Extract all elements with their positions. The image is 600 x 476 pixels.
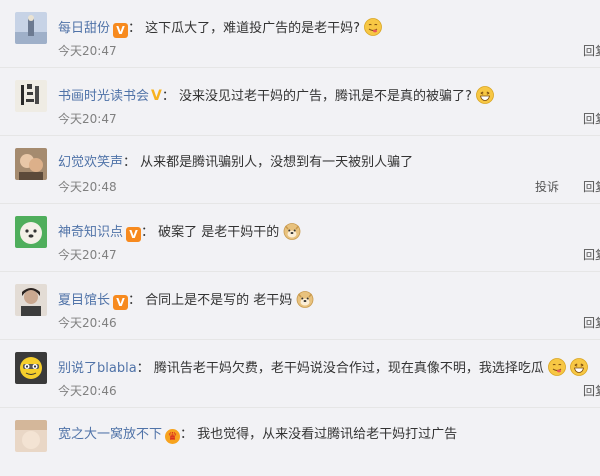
avatar[interactable]	[15, 80, 47, 112]
report-button[interactable]: 投诉	[535, 178, 559, 195]
comment-line: 宽之大一窝放不下 ♛： 我也觉得，从来没看过腾讯给老干妈打过广告	[58, 426, 457, 444]
avatar[interactable]	[15, 12, 47, 44]
name-separator: ：	[136, 361, 150, 376]
savor-emoji-icon	[364, 18, 382, 36]
doge-emoji-icon	[296, 290, 314, 308]
username[interactable]: 神奇知识点	[58, 225, 123, 240]
comment-item: 宽之大一窝放不下 ♛： 我也觉得，从来没看过腾讯给老干妈打过广告	[0, 408, 600, 476]
reply-button[interactable]: 回复	[583, 178, 600, 195]
name-separator: ：	[161, 89, 175, 104]
reply-button[interactable]: 回复	[583, 314, 600, 331]
name-separator: ：	[123, 155, 137, 170]
comment-line: 神奇知识点 V： 破案了 是老干妈干的	[58, 222, 301, 242]
comment-time: 今天20:47	[58, 112, 117, 126]
savor-emoji-icon	[547, 358, 566, 376]
name-separator: ：	[180, 427, 194, 442]
comment-time: 今天20:47	[58, 248, 117, 262]
comment-item: 书画时光读书会 V： 没来没见过老干妈的广告，腾讯是不是真的被骗了? 今天20:4…	[0, 68, 600, 136]
comment-text: 合同上是不是写的 老干妈	[145, 293, 293, 308]
name-separator: ：	[141, 225, 155, 240]
grin-emoji-icon	[569, 358, 588, 376]
vip-badge-icon: V	[113, 295, 129, 310]
comment-item: 神奇知识点V： 破案了 是老干妈干的 今天20:47 回复	[0, 204, 600, 272]
vip-badge-icon: V	[113, 23, 129, 38]
crown-badge-icon: ♛	[165, 429, 181, 444]
name-separator: ：	[128, 21, 142, 36]
comment-time: 今天20:46	[58, 384, 117, 398]
comment-text: 从来都是腾讯骗别人，没想到有一天被别人骗了	[140, 155, 414, 170]
comment-text: 我也觉得，从来没看过腾讯给老干妈打过广告	[197, 427, 458, 442]
comment-item: 每日甜份V： 这下瓜大了，难道投广告的是老干妈? 今天20:47 回复	[0, 0, 600, 68]
reply-button[interactable]: 回复	[583, 382, 600, 399]
comment-item: 别说了blabla： 腾讯告老干妈欠费，老干妈说没合作过，现在真像不明，我选择吃…	[0, 340, 600, 408]
avatar[interactable]	[15, 216, 47, 248]
username[interactable]: 别说了blabla	[58, 361, 137, 376]
avatar[interactable]	[15, 284, 47, 316]
comment-line: 书画时光读书会 V： 没来没见过老干妈的广告，腾讯是不是真的被骗了?	[58, 86, 494, 106]
reply-button[interactable]: 回复	[583, 246, 600, 263]
comment-list: 每日甜份V： 这下瓜大了，难道投广告的是老干妈? 今天20:47 回复 书画时光…	[0, 0, 600, 452]
avatar[interactable]	[15, 352, 47, 384]
username[interactable]: 每日甜份	[58, 21, 110, 36]
comment-item: 夏目馆长V： 合同上是不是写的 老干妈 今天20:46 回复	[0, 272, 600, 340]
vip-badge-icon: V	[126, 227, 142, 242]
vip-badge-icon: V	[151, 88, 162, 104]
comment-line: 夏目馆长 V： 合同上是不是写的 老干妈	[58, 290, 314, 310]
comment-text: 这下瓜大了，难道投广告的是老干妈?	[145, 21, 361, 36]
avatar[interactable]	[15, 420, 47, 452]
username[interactable]: 书画时光读书会	[58, 89, 149, 104]
username[interactable]: 宽之大一窝放不下	[58, 427, 162, 442]
comment-line: 幻觉欢笑声： 从来都是腾讯骗别人，没想到有一天被别人骗了	[58, 154, 413, 172]
grin-emoji-icon	[476, 86, 494, 104]
comment-time: 今天20:48	[58, 180, 117, 194]
comment-text: 腾讯告老干妈欠费，老干妈说没合作过，现在真像不明，我选择吃瓜	[153, 361, 544, 376]
comment-line: 别说了blabla： 腾讯告老干妈欠费，老干妈说没合作过，现在真像不明，我选择吃…	[58, 358, 588, 378]
avatar[interactable]	[15, 148, 47, 180]
comment-text: 没来没见过老干妈的广告，腾讯是不是真的被骗了?	[179, 89, 472, 104]
comment-item: 幻觉欢笑声： 从来都是腾讯骗别人，没想到有一天被别人骗了 今天20:48 投诉 …	[0, 136, 600, 204]
username[interactable]: 夏目馆长	[58, 293, 110, 308]
name-separator: ：	[128, 293, 142, 308]
reply-button[interactable]: 回复	[583, 42, 600, 59]
comment-line: 每日甜份 V： 这下瓜大了，难道投广告的是老干妈?	[58, 18, 382, 38]
comment-text: 破案了 是老干妈干的	[158, 225, 280, 240]
comment-time: 今天20:46	[58, 316, 117, 330]
doge-emoji-icon	[283, 222, 301, 240]
username[interactable]: 幻觉欢笑声	[58, 155, 123, 170]
reply-button[interactable]: 回复	[583, 110, 600, 127]
comment-time: 今天20:47	[58, 44, 117, 58]
